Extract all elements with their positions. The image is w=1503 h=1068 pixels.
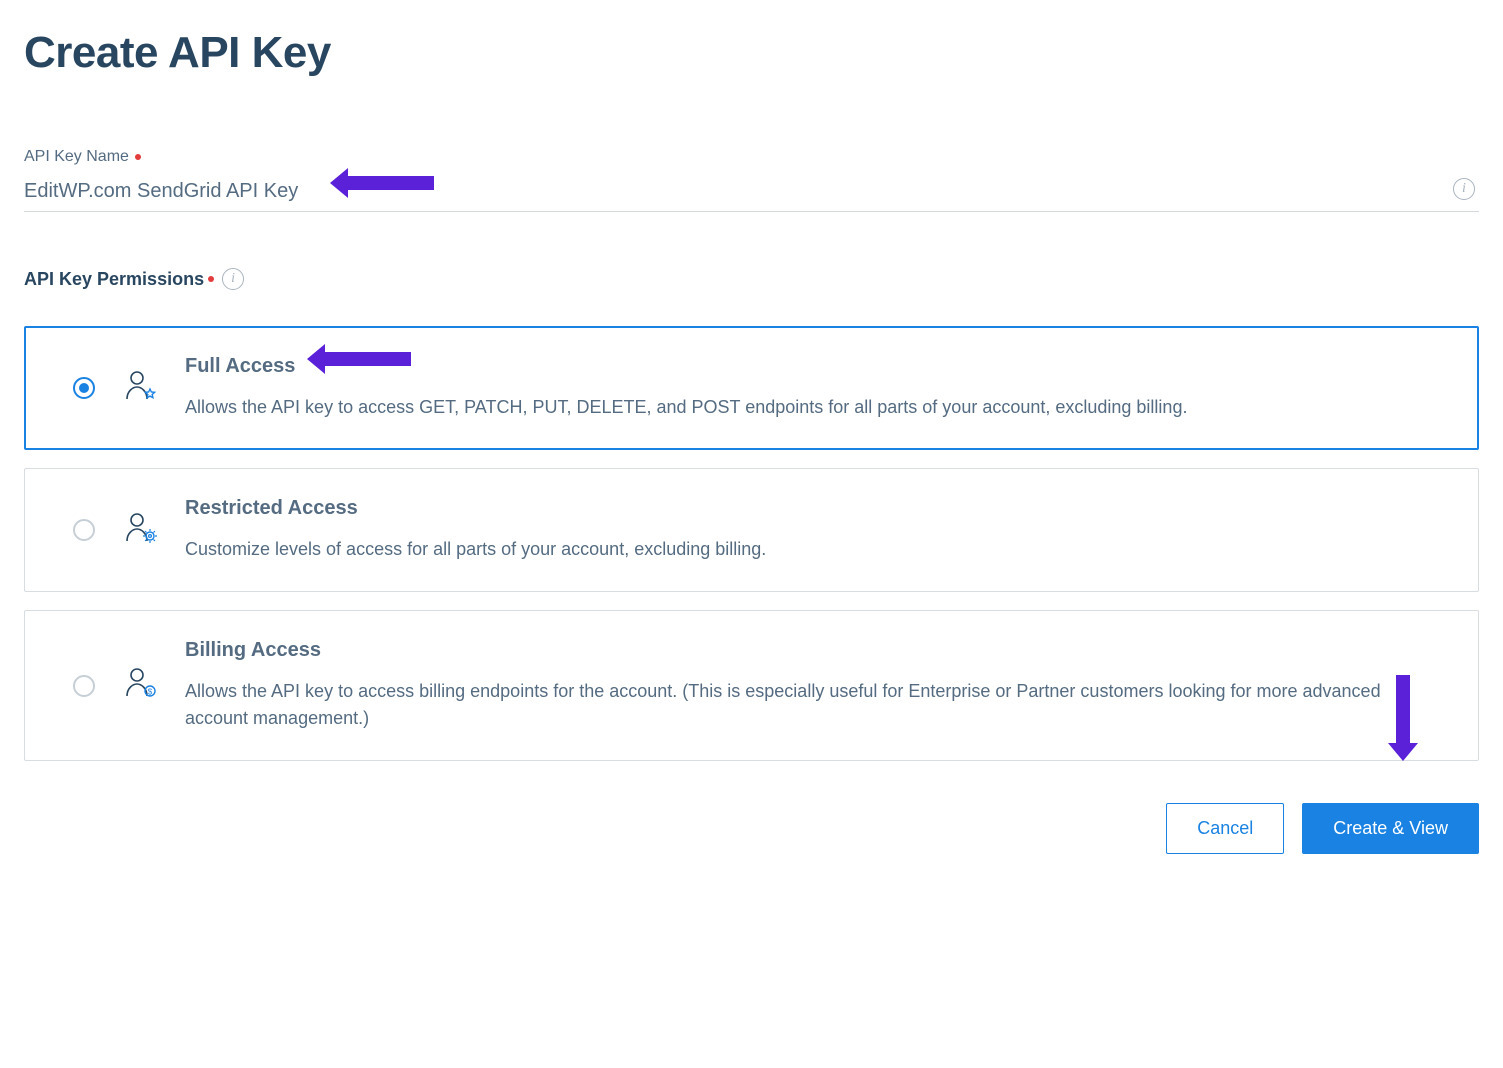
- option-billing-title: Billing Access: [185, 639, 1444, 662]
- option-restricted-title: Restricted Access: [185, 497, 1444, 520]
- info-icon[interactable]: i: [1453, 178, 1475, 200]
- person-gear-icon: [123, 511, 157, 550]
- option-billing-access[interactable]: $ Billing Access Allows the API key to a…: [24, 610, 1479, 761]
- option-restricted-access[interactable]: Restricted Access Customize levels of ac…: [24, 468, 1479, 592]
- required-indicator-icon: [135, 154, 141, 160]
- permission-options: Full Access Allows the API key to access…: [24, 326, 1479, 761]
- option-restricted-desc: Customize levels of access for all parts…: [185, 536, 1444, 563]
- api-key-name-input-wrap: i: [24, 176, 1479, 212]
- api-key-name-label: API Key Name: [24, 148, 1479, 166]
- option-restricted-text: Restricted Access Customize levels of ac…: [185, 497, 1444, 563]
- person-star-icon: [123, 369, 157, 408]
- cancel-button[interactable]: Cancel: [1166, 803, 1284, 854]
- annotation-arrow-icon: [321, 352, 411, 366]
- info-icon[interactable]: i: [222, 268, 244, 290]
- page-title: Create API Key: [24, 28, 1479, 78]
- radio-full-access[interactable]: [73, 377, 95, 399]
- api-key-name-input[interactable]: [24, 176, 1479, 212]
- permissions-label-text: API Key Permissions: [24, 269, 204, 290]
- annotation-arrow-icon: [344, 176, 434, 190]
- option-full-desc: Allows the API key to access GET, PATCH,…: [185, 394, 1444, 421]
- form-actions: Cancel Create & View: [24, 803, 1479, 854]
- api-key-name-group: API Key Name i: [24, 148, 1479, 212]
- person-dollar-icon: $: [123, 666, 157, 705]
- option-billing-text: Billing Access Allows the API key to acc…: [185, 639, 1444, 732]
- api-key-name-label-text: API Key Name: [24, 148, 129, 166]
- required-indicator-icon: [208, 276, 214, 282]
- permissions-section-label: API Key Permissions i: [24, 268, 1479, 290]
- create-view-button[interactable]: Create & View: [1302, 803, 1479, 854]
- svg-text:$: $: [148, 688, 153, 697]
- annotation-arrow-icon: [1396, 675, 1410, 747]
- radio-billing-access[interactable]: [73, 675, 95, 697]
- option-billing-desc: Allows the API key to access billing end…: [185, 678, 1444, 732]
- option-full-access[interactable]: Full Access Allows the API key to access…: [24, 326, 1479, 450]
- radio-restricted-access[interactable]: [73, 519, 95, 541]
